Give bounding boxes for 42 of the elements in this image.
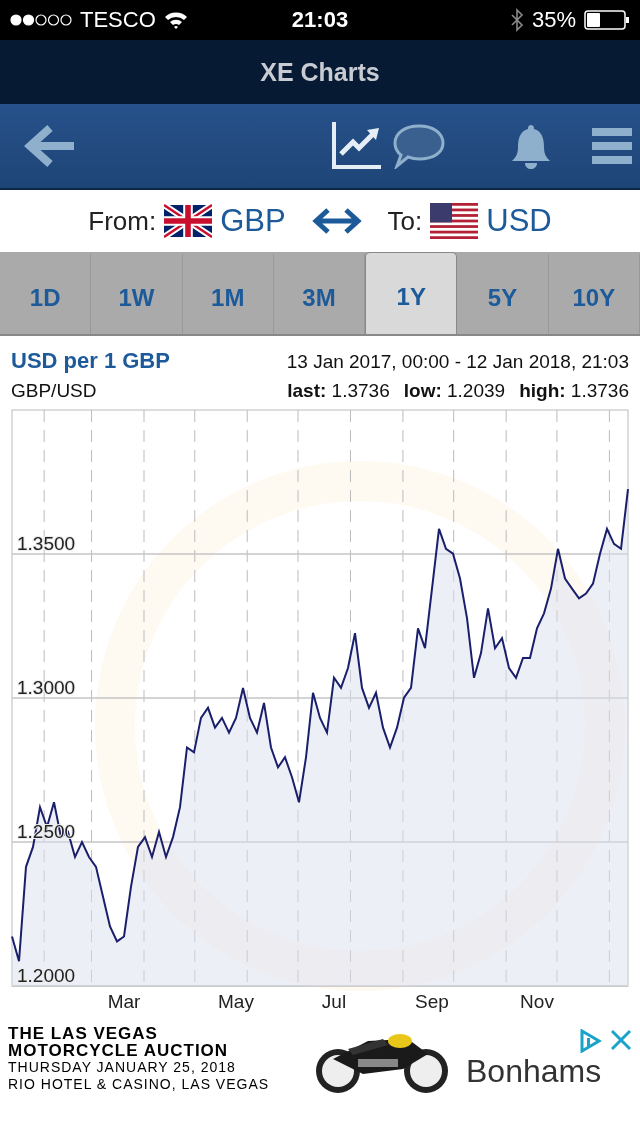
from-currency[interactable]: GBP <box>220 203 286 239</box>
bell-icon[interactable] <box>510 123 552 169</box>
speech-bubble-icon[interactable] <box>393 123 445 169</box>
chart-title: USD per 1 GBP <box>11 348 170 374</box>
chart-icon[interactable] <box>331 122 381 170</box>
to-label: To: <box>387 205 423 237</box>
to-currency[interactable]: USD <box>486 203 552 239</box>
x-axis-label: Mar <box>107 991 141 1012</box>
clock-time: 21:03 <box>291 7 349 33</box>
x-axis-label: May <box>218 991 254 1012</box>
ad-text: MOTORCYCLE AUCTION <box>8 1042 230 1059</box>
ad-text: RIO HOTEL & CASINO, LAS VEGAS <box>8 1076 271 1093</box>
close-icon[interactable] <box>610 1028 632 1051</box>
x-axis-label: Jul <box>321 991 347 1012</box>
y-axis-label: 1.3500 <box>17 533 76 554</box>
from-label: From: <box>88 205 157 237</box>
app-title: XE Charts <box>260 57 380 87</box>
uk-flag-icon <box>164 203 213 239</box>
signal-icon <box>10 13 72 27</box>
ad-choices-icon[interactable] <box>578 1028 602 1053</box>
battery-percent: 35% <box>531 7 576 33</box>
back-arrow-icon[interactable] <box>24 123 76 169</box>
rate-stat: low: 1.2039 <box>403 380 506 402</box>
y-axis-label: 1.3000 <box>17 677 76 698</box>
rate-stat: last: 1.3736 <box>287 380 390 402</box>
carrier-name: TESCO <box>80 7 156 33</box>
ad-text: THURSDAY JANUARY 25, 2018 <box>8 1059 237 1076</box>
us-flag-icon <box>430 203 479 239</box>
battery-icon <box>584 10 630 30</box>
y-axis-label: 1.2000 <box>17 965 76 986</box>
swap-arrows-icon[interactable] <box>311 206 362 236</box>
currency-pair: GBP/USD <box>11 380 97 402</box>
menu-icon[interactable] <box>592 126 632 166</box>
ad-brand: Bonhams <box>466 1052 602 1090</box>
rate-stat: high: 1.3736 <box>519 380 629 402</box>
bluetooth-icon <box>509 8 524 32</box>
ad-text: THE LAS VEGAS <box>8 1025 159 1042</box>
x-axis-label: Sep <box>415 991 449 1012</box>
x-axis-label: Nov <box>520 991 554 1012</box>
wifi-icon <box>163 11 188 29</box>
period-tab[interactable]: 1Y <box>365 252 458 334</box>
date-range: 13 Jan 2017, 00:00 - 12 Jan 2018, 21:03 <box>286 351 629 373</box>
